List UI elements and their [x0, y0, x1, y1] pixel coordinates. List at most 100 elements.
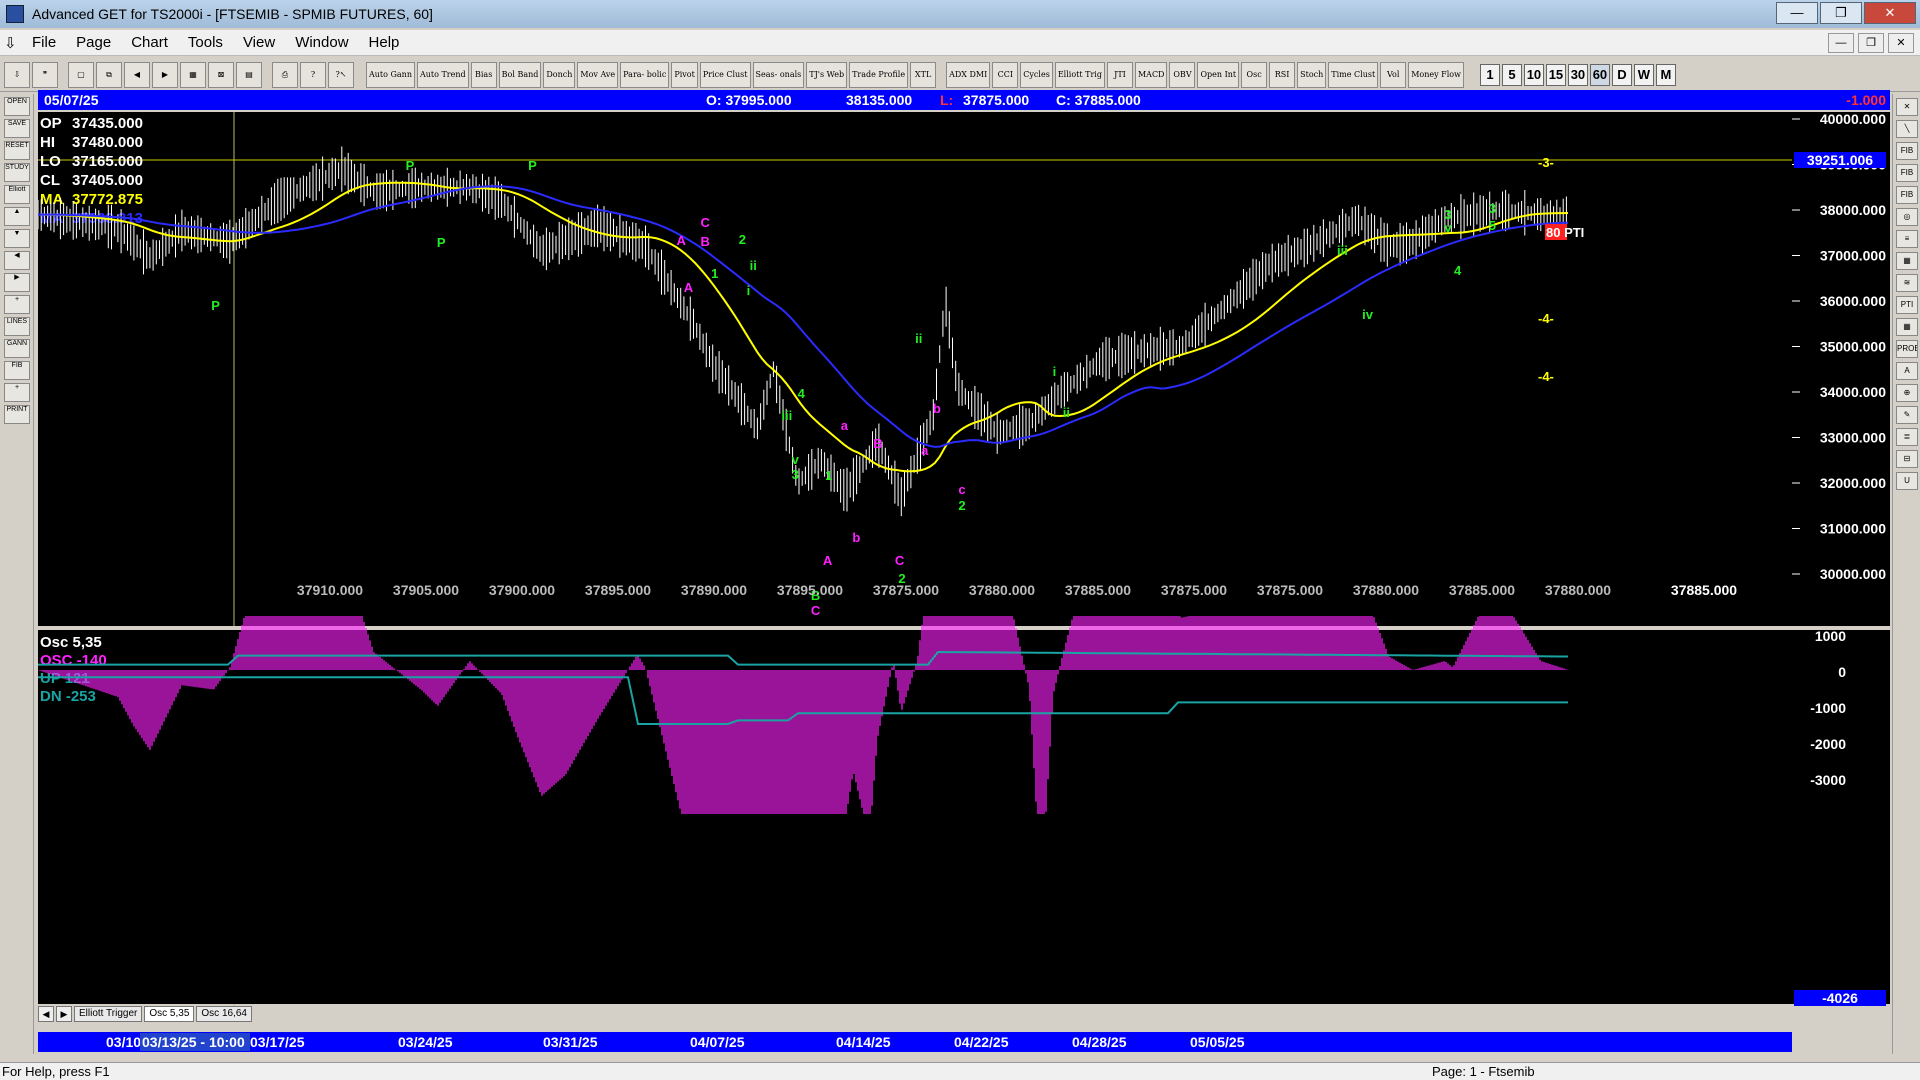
delete-icon[interactable]: ⊠: [208, 61, 234, 88]
timeframe-button[interactable]: 1: [1479, 63, 1500, 86]
left-tool-button[interactable]: GANN: [4, 339, 30, 358]
menu-help[interactable]: Help: [359, 34, 410, 51]
study-button[interactable]: JTI: [1106, 61, 1133, 88]
menu-window[interactable]: Window: [285, 34, 358, 51]
study-button[interactable]: Auto Gann: [366, 61, 415, 88]
right-tool-button[interactable]: U: [1896, 472, 1918, 490]
help-icon[interactable]: ?: [300, 61, 326, 88]
timeframe-button[interactable]: 30: [1567, 63, 1588, 86]
left-tool-button[interactable]: STUDY: [4, 163, 30, 182]
study-button[interactable]: Auto Trend: [416, 61, 469, 88]
timeframe-button[interactable]: 15: [1545, 63, 1566, 86]
study-button[interactable]: OBV: [1169, 61, 1196, 88]
tab-elliott-trigger[interactable]: Elliott Trigger: [74, 1006, 143, 1022]
study-button[interactable]: Para- bolic: [620, 61, 670, 88]
left-tool-button[interactable]: ▶: [4, 273, 30, 292]
study-button[interactable]: Bias: [470, 61, 497, 88]
study-button[interactable]: Mov Ave: [577, 61, 619, 88]
study-button[interactable]: Time Clust: [1328, 61, 1379, 88]
tab-osc-5-35[interactable]: Osc 5,35: [144, 1006, 195, 1022]
copy-icon[interactable]: ⧉: [96, 61, 122, 88]
study-button[interactable]: ADX DMI: [946, 61, 991, 88]
right-tool-button[interactable]: ≡: [1896, 230, 1918, 248]
maximize-button[interactable]: ❐: [1820, 2, 1862, 24]
context-help-icon[interactable]: ?↖: [328, 61, 354, 88]
new-icon[interactable]: ▢: [68, 61, 94, 88]
doc-menu-icon[interactable]: ⇩: [0, 34, 22, 52]
right-tool-button[interactable]: FIB TIME: [1896, 186, 1918, 204]
right-tool-button[interactable]: PTI: [1896, 296, 1918, 314]
timeframe-button[interactable]: 60: [1589, 63, 1610, 86]
study-button[interactable]: RSI: [1269, 61, 1296, 88]
study-button[interactable]: Bol Band: [498, 61, 542, 88]
study-button[interactable]: Trade Profile: [849, 61, 909, 88]
right-tool-button[interactable]: ⊟: [1896, 450, 1918, 468]
right-tool-button[interactable]: ≣: [1896, 428, 1918, 446]
minimize-button[interactable]: —: [1776, 2, 1818, 24]
right-tool-button[interactable]: PROB: [1896, 340, 1918, 358]
study-button[interactable]: TJ's Web: [806, 61, 848, 88]
mdi-restore-button[interactable]: ❐: [1858, 32, 1884, 53]
left-tool-button[interactable]: ▼: [4, 229, 30, 248]
right-tool-button[interactable]: FIB EXT: [1896, 164, 1918, 182]
timeframe-button[interactable]: D: [1611, 63, 1632, 86]
quote-tool-icon[interactable]: ❞: [32, 61, 58, 88]
left-tool-button[interactable]: ▲: [4, 207, 30, 226]
left-tool-button[interactable]: PRINT: [4, 405, 30, 424]
study-button[interactable]: Stoch: [1297, 61, 1327, 88]
right-tool-button[interactable]: ⊕: [1896, 384, 1918, 402]
right-tool-button[interactable]: ◎: [1896, 208, 1918, 226]
timeframe-button[interactable]: M: [1655, 63, 1676, 86]
study-button[interactable]: Vol: [1380, 61, 1407, 88]
study-button[interactable]: Seas- onals: [752, 61, 805, 88]
right-tool-button[interactable]: ✎: [1896, 406, 1918, 424]
back-icon[interactable]: ◀: [124, 61, 150, 88]
study-button[interactable]: MACD: [1134, 61, 1168, 88]
right-tool-button[interactable]: ▦: [1896, 318, 1918, 336]
menu-tools[interactable]: Tools: [178, 34, 233, 51]
study-button[interactable]: Money Flow: [1408, 61, 1464, 88]
mdi-minimize-button[interactable]: —: [1828, 32, 1854, 53]
layout-icon[interactable]: ▤: [236, 61, 262, 88]
study-button[interactable]: Cycles: [1020, 61, 1053, 88]
grid-icon[interactable]: ▦: [180, 61, 206, 88]
right-tool-button[interactable]: FIB RET: [1896, 142, 1918, 160]
study-button[interactable]: Donch: [543, 61, 576, 88]
left-tool-button[interactable]: FIB: [4, 361, 30, 380]
left-tool-button[interactable]: LINES: [4, 317, 30, 336]
tab-osc-16-64[interactable]: Osc 16,64: [196, 1006, 252, 1022]
left-tool-button[interactable]: Elliott: [4, 185, 30, 204]
right-tool-button[interactable]: A: [1896, 362, 1918, 380]
right-tool-button[interactable]: ≋: [1896, 274, 1918, 292]
tab-prev-button[interactable]: ◀: [38, 1006, 54, 1022]
right-tool-button[interactable]: ▦: [1896, 252, 1918, 270]
timeframe-button[interactable]: 10: [1523, 63, 1544, 86]
left-tool-button[interactable]: +: [4, 383, 30, 402]
pointer-tool-icon[interactable]: ⇩: [4, 61, 30, 88]
left-tool-button[interactable]: ◀: [4, 251, 30, 270]
menu-view[interactable]: View: [233, 34, 285, 51]
close-button[interactable]: ✕: [1864, 2, 1916, 24]
study-button[interactable]: Price Clust: [699, 61, 751, 88]
left-tool-button[interactable]: OPEN: [4, 97, 30, 116]
study-button[interactable]: Pivot: [671, 61, 698, 88]
tab-next-button[interactable]: ▶: [56, 1006, 72, 1022]
left-tool-button[interactable]: SAVE: [4, 119, 30, 138]
study-button[interactable]: XTL: [910, 61, 937, 88]
study-button[interactable]: CCI: [992, 61, 1019, 88]
timeframe-button[interactable]: W: [1633, 63, 1654, 86]
print-icon[interactable]: ⎙: [272, 61, 298, 88]
mdi-close-button[interactable]: ✕: [1888, 32, 1914, 53]
left-tool-button[interactable]: RESET: [4, 141, 30, 160]
study-button[interactable]: Elliott Trig: [1054, 61, 1105, 88]
left-tool-button[interactable]: +: [4, 295, 30, 314]
forward-icon[interactable]: ▶: [152, 61, 178, 88]
timeframe-button[interactable]: 5: [1501, 63, 1522, 86]
menu-chart[interactable]: Chart: [121, 34, 178, 51]
chart-svg[interactable]: 05/07/25 O: 37995.000 38135.000 L: 37875…: [37, 90, 1890, 1054]
study-button[interactable]: Open Int: [1197, 61, 1240, 88]
right-tool-button[interactable]: ✕: [1896, 98, 1918, 116]
right-tool-button[interactable]: ╲: [1896, 120, 1918, 138]
menu-file[interactable]: File: [22, 34, 66, 51]
menu-page[interactable]: Page: [66, 34, 121, 51]
